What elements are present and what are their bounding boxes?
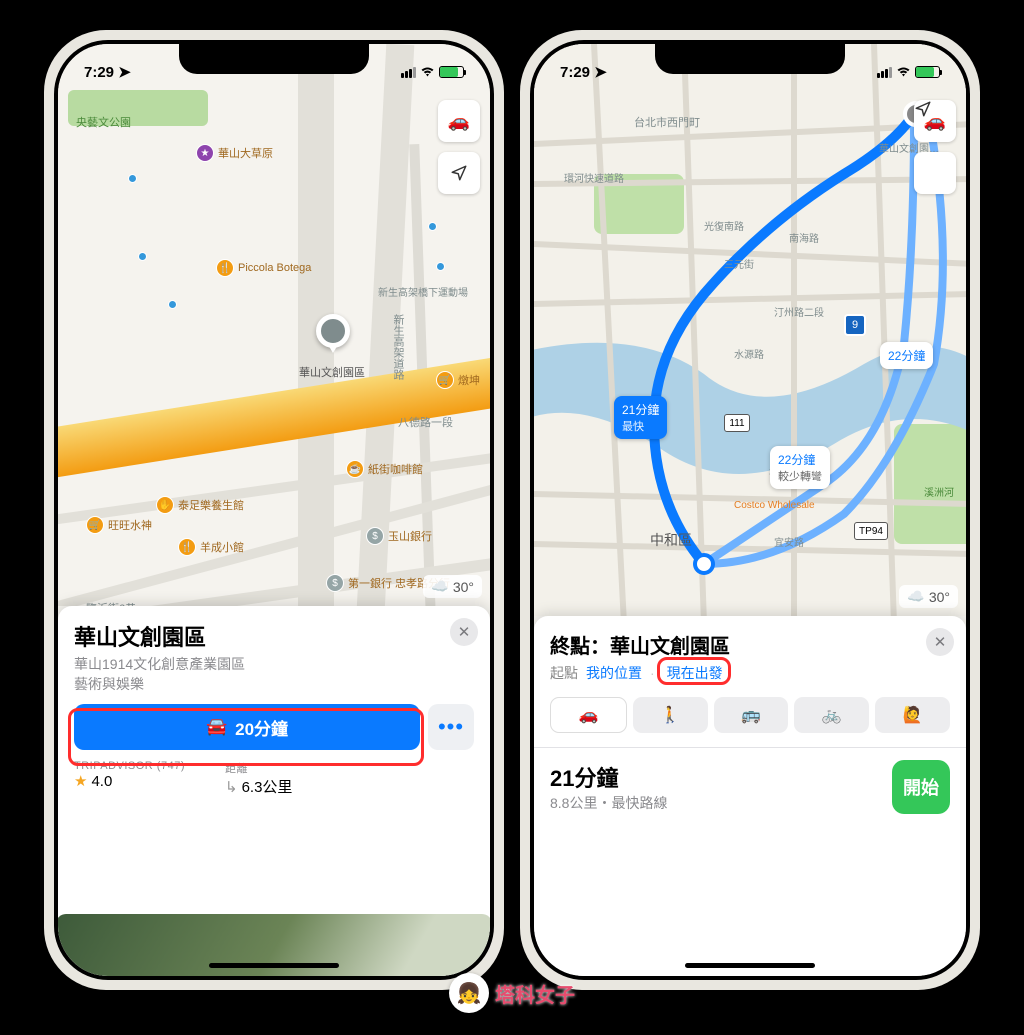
map-label: 三元街 [724,256,754,271]
battery-icon [439,66,464,78]
battery-icon [915,66,940,78]
phone-bezel: 7:29 ➤ 央藝文公園 ★華山大草原 🍴Piccola Botega 新生高架… [54,40,494,980]
status-right [401,66,464,78]
destination-pin[interactable] [316,314,350,348]
map-area-left[interactable]: 央藝文公園 ★華山大草原 🍴Piccola Botega 新生高架橋下運動場 新… [58,44,490,606]
phone-frame-left: 7:29 ➤ 央藝文公園 ★華山大草原 🍴Piccola Botega 新生高架… [44,30,504,990]
map-area-right[interactable]: 台北市西門町 華山文創園… 環河快速道路 光復南路 南海路 三元街 汀州路二段 … [534,44,966,616]
leave-now-button[interactable]: 現在出發 [663,663,727,683]
directions-time: 20分鐘 [235,715,288,740]
poi-huashan-field[interactable]: ★華山大草原 [196,144,273,162]
close-button[interactable]: ✕ [450,618,478,646]
map-label: 光復南路 [704,218,744,233]
screen-left: 7:29 ➤ 央藝文公園 ★華山大草原 🍴Piccola Botega 新生高架… [58,44,490,976]
status-time: 7:29 ➤ [84,63,131,81]
destination-pin-label: 華山文創園區 [282,364,382,380]
phone-frame-right: 7:29 ➤ [520,30,980,990]
map-label: 中和區 [650,530,692,550]
go-button[interactable]: 開始 [892,760,950,814]
distance-block: 距離 ↳6.3公里 [225,760,292,797]
mode-toggle-button[interactable]: 🚗 [438,100,480,142]
mode-rideshare[interactable]: 🙋 [875,697,950,733]
place-subtitle: 華山1914文化創意產業園區 [74,654,474,674]
parking-icon [428,222,437,231]
map-label: 宜安路 [774,534,804,549]
watermark-avatar-icon: 👧 [449,973,489,1013]
origin-label: 起點 [550,663,578,683]
map-label-park: 央藝文公園 [76,114,131,130]
wifi-icon [896,66,911,78]
poi-yang[interactable]: 🍴羊成小館 [178,538,244,556]
home-indicator[interactable] [209,963,339,968]
poi-yushan-bank[interactable]: $玉山銀行 [366,527,432,545]
parking-icon [128,174,137,183]
locate-me-button[interactable] [914,152,956,194]
poi-dunkun[interactable]: 🛒燉坤 [436,371,480,389]
directions-button[interactable]: 🚘 20分鐘 [74,704,420,750]
route-icon: ↳ [225,778,238,796]
location-arrow-icon: ➤ [118,64,131,81]
map-label-sports: 新生高架橋下運動場 [378,284,468,299]
parking-icon [436,262,445,271]
parking-icon [168,300,177,309]
star-icon: ★ [74,772,87,790]
map-label: 環河快速道路 [564,170,624,185]
mode-drive[interactable]: 🚗 [550,697,627,733]
route-shield-tp94: TP94 [854,522,888,540]
transport-mode-tabs: 🚗 🚶 🚌 🚲 🙋 [550,697,950,733]
origin-value[interactable]: 我的位置 [586,663,642,683]
notch [655,44,845,74]
home-indicator[interactable] [685,963,815,968]
map-label: Costco Wholesale [734,500,815,511]
place-title: 華山文創園區 [74,620,474,652]
route-callout-primary[interactable]: 21分鐘 最快 [614,396,667,439]
phone-bezel: 7:29 ➤ [530,40,970,980]
map-label: 南海路 [789,230,819,245]
map-label: 台北市西門町 [634,114,700,130]
more-button[interactable]: ••• [428,704,474,750]
weather-chip[interactable]: ☁️ 30° [899,585,958,608]
route-callout-alt2[interactable]: 22分鐘 [880,342,933,369]
poi-thai[interactable]: ✋泰足樂養生館 [156,496,244,514]
route-callout-alt1[interactable]: 22分鐘 較少轉彎 [770,446,830,489]
mode-transit[interactable]: 🚌 [714,697,789,733]
route-desc: 8.8公里・最快路線 [550,793,667,813]
mode-walk[interactable]: 🚶 [633,697,708,733]
watermark-text: 塔科女子 [495,979,575,1008]
route-shield-9: 9 [844,314,866,336]
place-category: 藝術與娛樂 [74,674,474,694]
directions-sheet: ✕ 終點：華山文創園區 起點 我的位置 · 現在出發 🚗 🚶 🚌 🚲 🙋 [534,616,966,976]
status-time: 7:29 ➤ [560,63,607,81]
notch [179,44,369,74]
map-label: 水源路 [734,346,764,361]
route-shield-111: 111 [724,414,750,432]
wifi-icon [420,66,435,78]
directions-title: 終點：華山文創園區 [550,630,950,659]
poi-paper-cafe[interactable]: ☕紙街咖啡館 [346,460,423,478]
status-right [877,66,940,78]
signal-icon [877,67,892,78]
watermark: 👧 塔科女子 [449,973,575,1013]
tripadvisor-block: TRIPADVISOR (747) ★4.0 [74,760,185,797]
route-option-1[interactable]: 21分鐘 8.8公里・最快路線 開始 [550,760,950,814]
map-label-road-xinsheng: 新生高架道路 [390,314,406,380]
map-label: 汀州路二段 [774,304,824,319]
close-button[interactable]: ✕ [926,628,954,656]
parking-icon [138,252,147,261]
map-label: 溪洲河 [924,484,954,499]
mode-cycle[interactable]: 🚲 [794,697,869,733]
route-time: 21分鐘 [550,761,667,793]
car-icon: 🚘 [206,717,227,737]
weather-chip[interactable]: ☁️ 30° [423,575,482,598]
screen-right: 7:29 ➤ [534,44,966,976]
locate-me-button[interactable] [438,152,480,194]
location-arrow-icon: ➤ [594,64,607,81]
place-sheet: ✕ 華山文創園區 華山1914文化創意產業園區 藝術與娛樂 🚘 20分鐘 •••… [58,606,490,976]
map-label-bade: 八德路一段 [398,414,453,430]
signal-icon [401,67,416,78]
poi-wang[interactable]: 🛒旺旺水神 [86,516,152,534]
poi-piccola[interactable]: 🍴Piccola Botega [216,259,311,277]
